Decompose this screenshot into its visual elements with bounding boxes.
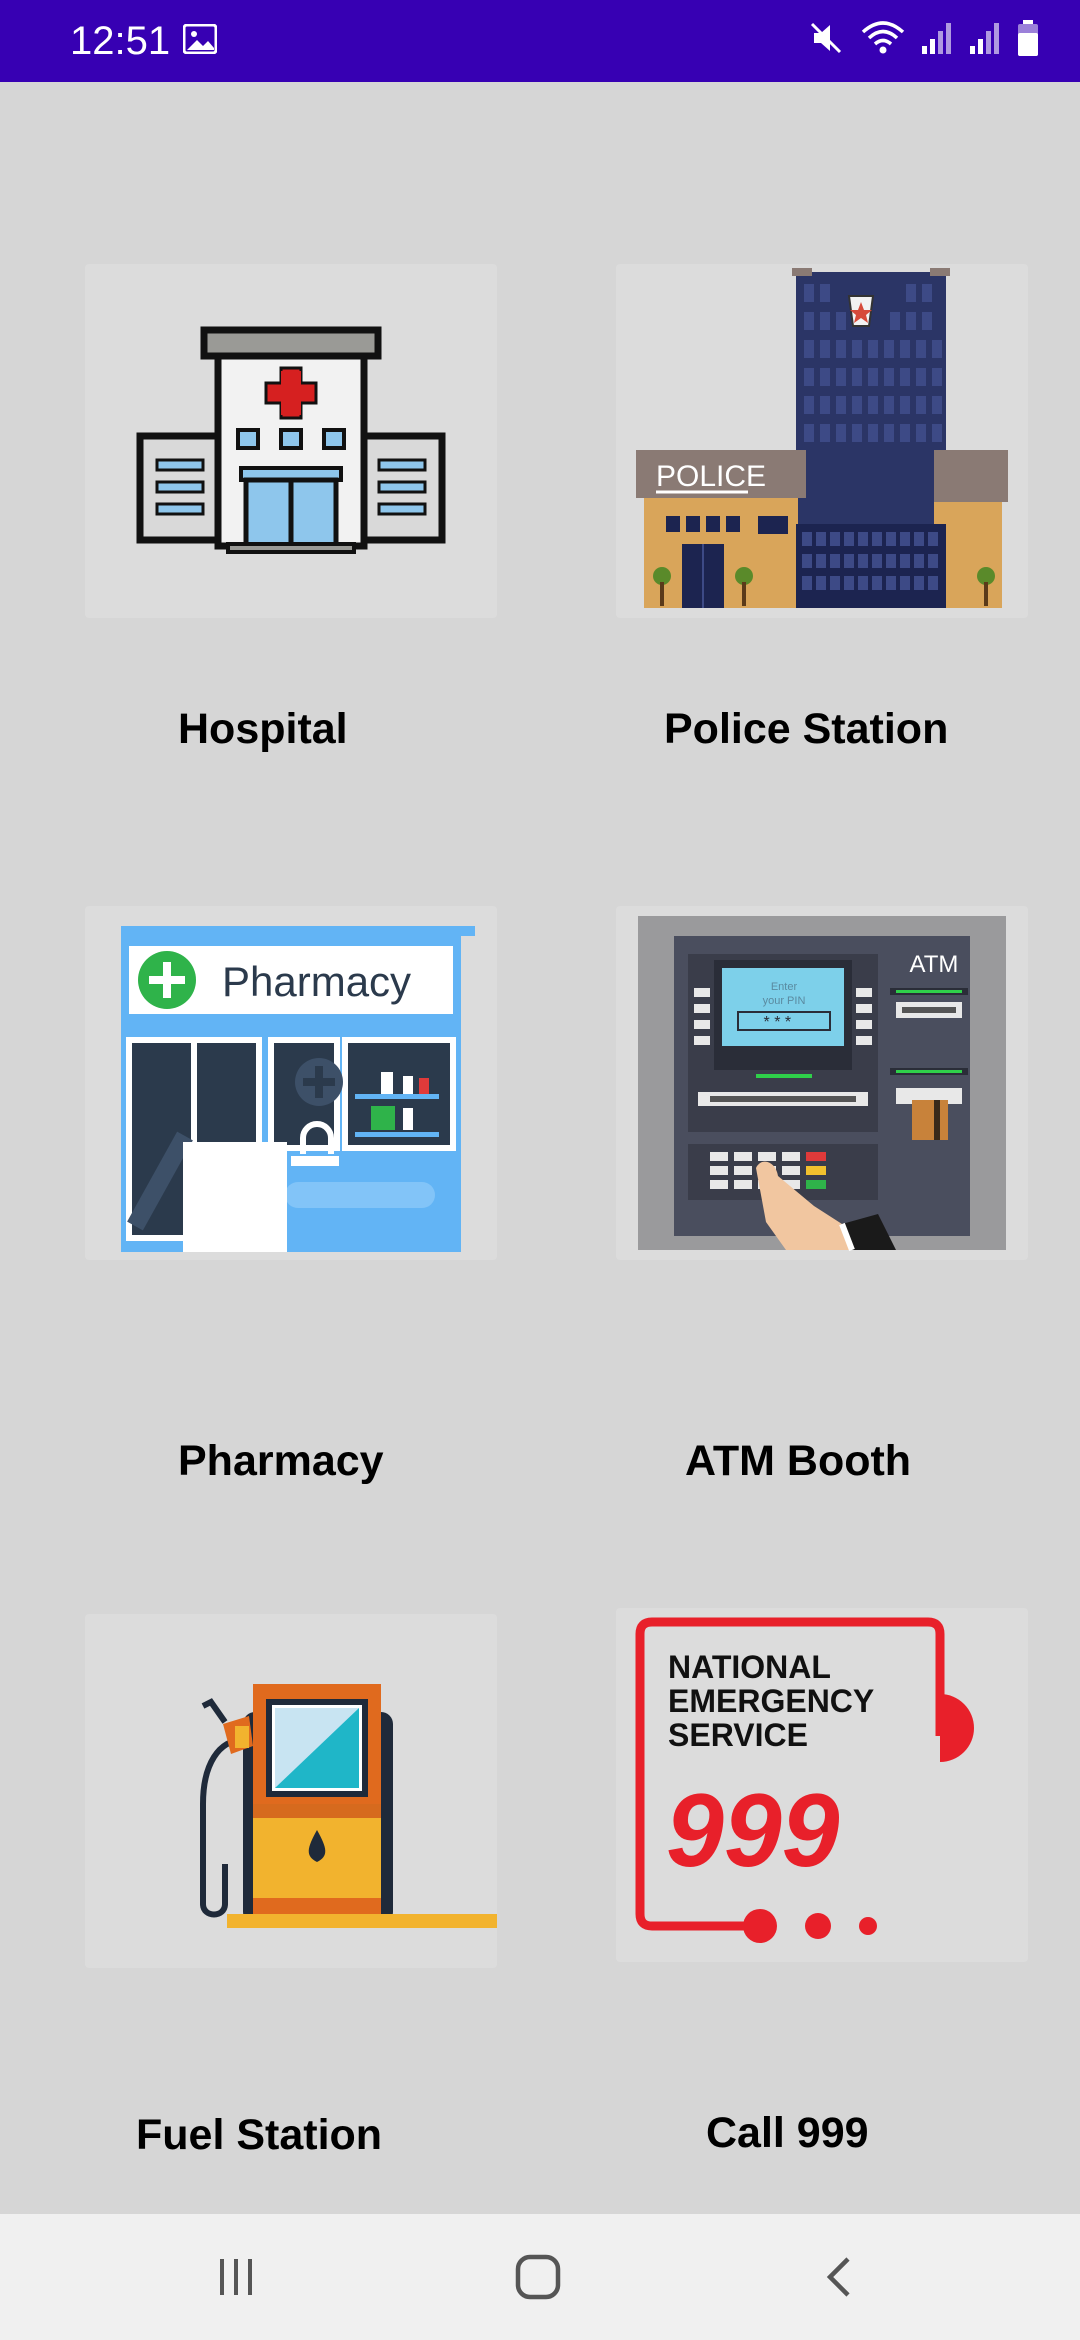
- atm-sign-text: ATM: [910, 951, 959, 978]
- pharmacy-label: Pharmacy: [178, 1437, 384, 1485]
- call-999-card[interactable]: NATIONAL EMERGENCY SERVICE 999: [616, 1608, 1028, 1962]
- atm-screen-pin: * * * _: [764, 1014, 806, 1031]
- fuel-station-card[interactable]: [85, 1614, 497, 1968]
- fuel-pump-icon: [200, 1684, 497, 1928]
- status-time: 12:51: [70, 19, 171, 63]
- hospital-icon: [136, 326, 446, 554]
- recent-apps-icon: [220, 2259, 252, 2295]
- atm-screen-line1: Enter: [771, 981, 798, 993]
- emergency-line2: EMERGENCY: [668, 1683, 874, 1719]
- service-grid: Hospital POLICE Police Station Pharmacy …: [0, 82, 1080, 2214]
- atm-booth-label: ATM Booth: [685, 1437, 912, 1485]
- image-icon: [183, 24, 217, 54]
- police-sign-text: POLICE: [656, 460, 766, 493]
- signal-icon: [970, 23, 999, 54]
- navigation-bar: [0, 2214, 1080, 2340]
- status-bar: 12:51: [0, 0, 1080, 82]
- pharmacy-sign-text: Pharmacy: [222, 958, 411, 1005]
- hospital-label: Hospital: [178, 705, 348, 753]
- mute-icon: [810, 22, 842, 54]
- police-station-label: Police Station: [664, 705, 949, 753]
- hospital-card[interactable]: [85, 264, 497, 618]
- home-button[interactable]: [498, 2244, 578, 2310]
- fuel-station-label: Fuel Station: [136, 2111, 383, 2159]
- wifi-icon: [861, 21, 905, 54]
- emergency-line3: SERVICE: [668, 1717, 808, 1753]
- police-station-icon: POLICE: [636, 268, 1008, 608]
- back-button[interactable]: [800, 2244, 880, 2310]
- atm-icon: Enter your PIN * * * _ ATM: [638, 916, 1006, 1252]
- emergency-999-icon: NATIONAL EMERGENCY SERVICE 999: [635, 1617, 974, 1943]
- atm-booth-card[interactable]: Enter your PIN * * * _ ATM: [616, 906, 1028, 1260]
- pharmacy-card[interactable]: Pharmacy: [85, 906, 497, 1260]
- emergency-number: 999: [666, 1773, 840, 1889]
- atm-screen-line2: your PIN: [763, 995, 806, 1007]
- emergency-line1: NATIONAL: [668, 1649, 831, 1685]
- recent-apps-button[interactable]: [196, 2244, 276, 2310]
- battery-icon: [1018, 20, 1038, 56]
- pharmacy-icon: Pharmacy: [121, 926, 475, 1252]
- call-999-label: Call 999: [706, 2109, 869, 2157]
- police-station-card[interactable]: POLICE: [616, 264, 1028, 618]
- signal-icon: [922, 23, 951, 54]
- back-icon: [826, 2257, 850, 2297]
- home-icon: [515, 2254, 561, 2300]
